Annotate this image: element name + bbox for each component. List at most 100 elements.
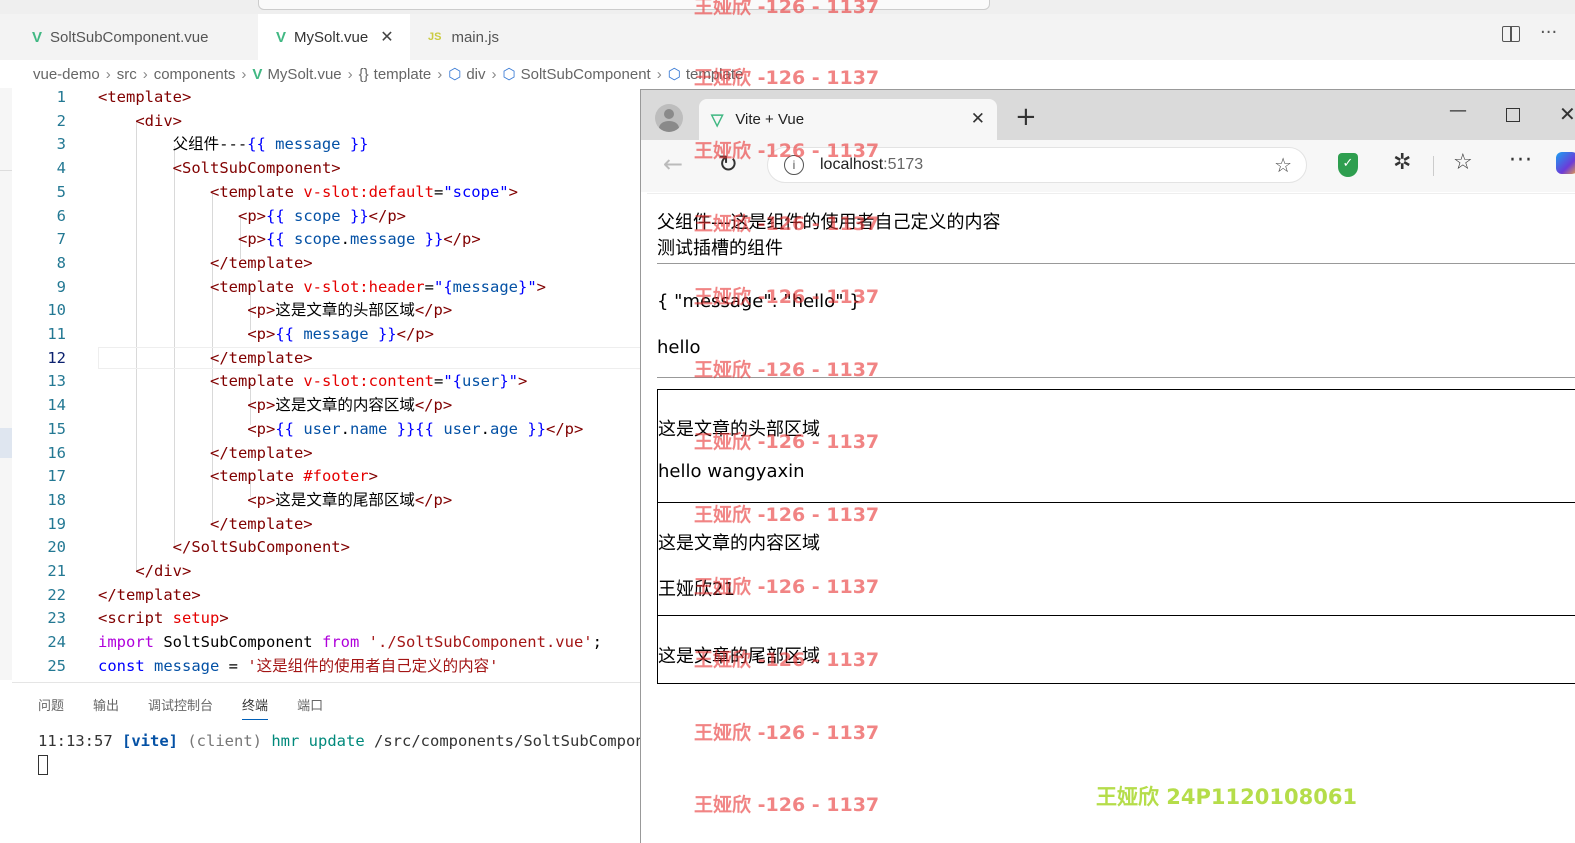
vue-icon: V [252,65,263,83]
page-text: 这是文章的内容区域 [658,533,820,554]
close-icon[interactable]: ✕ [380,27,393,47]
footer-slot-box: 这是文章的尾部区域 [657,615,1575,684]
code-line: 3 父组件---{{ message }} [56,135,369,154]
minimize-icon[interactable]: — [1449,100,1467,121]
browser-tab-title: Vite + Vue [735,111,805,128]
maximize-icon[interactable] [1506,108,1520,122]
code-line: 18 <p>这是文章的尾部区域</p> [47,490,453,509]
profile-avatar[interactable] [655,104,683,132]
title-bar [0,0,1575,15]
breadcrumb-item[interactable]: MySolt.vue [267,66,341,83]
activity-strip [0,88,12,680]
tab-main-js[interactable]: JS main.js [410,14,560,60]
tab-label: SoltSubComponent.vue [50,28,209,46]
code-line: 2 <div> [56,111,182,130]
browser-window: ▽ Vite + Vue ✕ + — ✕ ← ↻ i localhost:517… [640,89,1575,843]
terminal-cursor[interactable] [38,755,48,775]
content-slot-box: 这是文章的内容区域 王娅欣21 [657,502,1575,616]
copilot-icon[interactable] [1556,152,1575,174]
menu-dots-icon[interactable]: ··· [1509,148,1533,173]
code-line: 4 <SoltSubComponent> [56,159,341,178]
tab-ports[interactable]: 端口 [297,695,323,720]
browser-tab-strip: ▽ Vite + Vue ✕ + — ✕ [641,90,1575,140]
element-icon: ⬡ [448,66,462,83]
shield-icon[interactable]: ✓ [1338,153,1358,177]
code-editor[interactable]: 1 <template> 2 <div> 3 父组件---{{ message }… [12,86,642,682]
tab-mysolt[interactable]: V MySolt.vue ✕ [258,14,410,60]
tab-terminal[interactable]: 终端 [242,695,269,720]
element-icon: ⬡ [502,66,516,83]
breadcrumb-item[interactable]: div [466,66,485,83]
element-icon: ⬡ [667,66,681,83]
toolbar-divider [1433,156,1434,176]
code-line: 10 <p>这是文章的头部区域</p> [47,301,453,320]
page-text: 这是文章的头部区域 [658,419,820,440]
chevron-right-icon: › [656,65,662,83]
breadcrumb-item[interactable]: SoltSubComponent [521,66,651,83]
js-icon: JS [428,31,442,43]
code-line: 5 <template v-slot:default="scope"> [56,182,518,201]
page-text: hello [657,337,701,358]
new-tab-icon[interactable]: + [1015,102,1037,132]
tab-label: MySolt.vue [294,28,369,46]
breadcrumb-item[interactable]: template [374,66,432,83]
code-line: 13 <template v-slot:content="{user}"> [47,372,528,391]
divider [657,263,1575,264]
code-line: 9 <template v-slot:header="{message}"> [56,277,546,296]
code-line: 25 const message = '这是组件的使用者自己定义的内容' [47,656,499,675]
tab-soltsubcomponent[interactable]: V SoltSubComponent.vue [14,14,258,60]
breadcrumb-item[interactable]: vue-demo [33,66,100,83]
code-line: 19 </template> [47,514,313,533]
command-center[interactable] [258,0,990,10]
code-line: 11 <p>{{ message }}</p> [47,325,434,343]
chevron-right-icon: › [142,65,148,83]
code-line-current: 12 </template> [12,346,642,371]
code-line: 21 </div> [47,562,192,580]
breadcrumb-item[interactable]: src [117,66,137,83]
breadcrumb: vue-demo › src › components › V MySolt.vue › … [0,60,1575,88]
more-actions-icon[interactable]: ··· [1540,22,1557,43]
page-text: { "message": "hello" } [657,291,861,312]
code-line: 8 </template> [56,253,313,272]
vite-favicon-icon: ▽ [711,111,724,129]
code-line: 1 <template> [56,88,192,106]
editor-tab-bar: V SoltSubComponent.vue V MySolt.vue ✕ JS… [0,14,1575,60]
address-host: localhost [820,156,884,173]
favorite-star-icon[interactable]: ☆ [1274,153,1292,178]
tab-output[interactable]: 输出 [93,695,119,720]
code-line: 23 <script setup> [47,609,229,628]
vue-icon: V [276,28,287,46]
page-text: hello wangyaxin [658,461,805,482]
code-line: 20 </SoltSubComponent> [47,538,350,557]
page-text: 这是文章的尾部区域 [658,646,820,667]
header-slot-box: 这是文章的头部区域 hello wangyaxin [657,389,1575,503]
chevron-right-icon: › [105,65,111,83]
split-editor-icon[interactable] [1502,26,1520,42]
tab-label: main.js [451,28,499,46]
back-icon[interactable]: ← [663,150,683,178]
tab-problems[interactable]: 问题 [38,695,64,720]
browser-tab[interactable]: ▽ Vite + Vue ✕ [699,99,997,140]
favorites-icon[interactable]: ☆ [1453,150,1473,175]
breadcrumb-item[interactable]: template [686,66,744,83]
reload-icon[interactable]: ↻ [718,150,738,178]
rendered-page: 父组件---这是组件的使用者自己定义的内容 测试插槽的组件 { "message… [647,193,1575,843]
close-tab-icon[interactable]: ✕ [971,109,985,129]
address-port: :5173 [883,156,924,173]
code-line: 22 </template> [47,585,201,604]
info-icon[interactable]: i [784,155,804,175]
address-bar[interactable]: i localhost:5173 ☆ [767,147,1307,183]
code-line: 14 <p>这是文章的内容区域</p> [47,396,453,415]
code-line: 15 <p>{{ user.name }}{{ user.age }}</p> [47,419,584,438]
extensions-icon[interactable]: ✲ [1393,150,1411,175]
code-line: 6 <p>{{ scope }}</p> [56,206,406,225]
page-text: 测试插槽的组件 [657,238,783,259]
close-window-icon[interactable]: ✕ [1559,102,1575,126]
chevron-right-icon: › [437,65,443,83]
vue-icon: V [32,28,43,46]
breadcrumb-item[interactable]: components [154,66,236,83]
chevron-right-icon: › [241,65,247,83]
divider [657,377,1575,378]
tab-debug-console[interactable]: 调试控制台 [148,695,213,720]
chevron-right-icon: › [347,65,353,83]
